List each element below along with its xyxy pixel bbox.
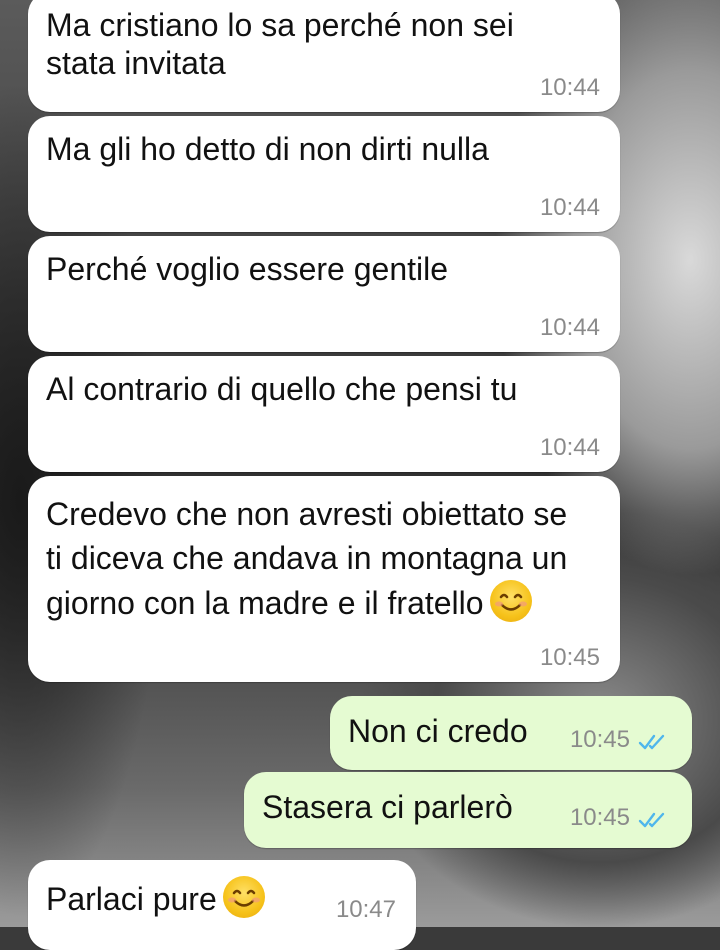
message-bubble-incoming[interactable]: Ma cristiano lo sa perché non sei stata … — [28, 0, 620, 112]
message-bubble-incoming[interactable]: Al contrario di quello che pensi tu 10:4… — [28, 356, 620, 472]
read-double-check-icon — [638, 734, 665, 750]
message-bubble-incoming[interactable]: Perché voglio essere gentile 10:44 — [28, 236, 620, 352]
message-bubble-incoming[interactable]: Credevo che non avresti obiettato se ti … — [28, 476, 620, 682]
message-bubble-outgoing[interactable]: Stasera ci parlerò 10:45 — [244, 772, 692, 848]
message-bubble-incoming[interactable]: Ma gli ho detto di non dirti nulla 10:44 — [28, 116, 620, 232]
message-time: 10:44 — [539, 434, 600, 461]
message-time: 10:44 — [539, 74, 600, 101]
message-text: Ma cristiano lo sa perché non sei stata … — [46, 7, 514, 81]
message-text: Perché voglio essere gentile — [46, 251, 449, 287]
read-double-check-icon — [638, 812, 665, 828]
message-text: Credevo che non avresti obiettato se ti … — [46, 496, 568, 622]
message-time: 10:44 — [539, 194, 600, 221]
message-time: 10:45 — [569, 804, 630, 831]
smiling-face-emoji-icon — [222, 876, 265, 918]
message-time: 10:45 — [569, 726, 630, 753]
message-text: Al contrario di quello che pensi tu — [46, 371, 518, 407]
message-time: 10:47 — [335, 896, 396, 923]
message-text: Ma gli ho detto di non dirti nulla — [46, 131, 489, 167]
smiling-face-emoji-icon — [489, 580, 532, 622]
message-time: 10:45 — [539, 644, 600, 671]
message-time: 10:44 — [539, 314, 600, 341]
message-bubble-outgoing[interactable]: Non ci credo 10:45 — [330, 696, 692, 770]
message-bubble-incoming[interactable]: Parlaci pure 10:47 — [28, 860, 416, 950]
